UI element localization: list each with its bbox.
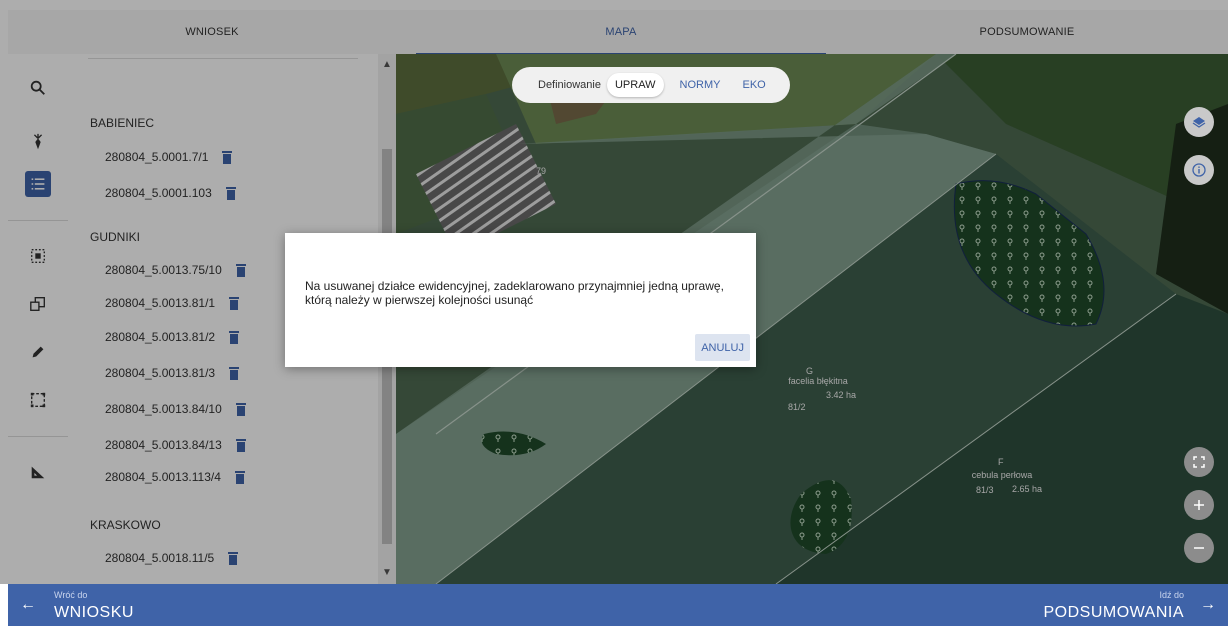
- back-button[interactable]: WNIOSKU: [54, 604, 134, 622]
- info-icon: [1192, 163, 1206, 177]
- next-caption: Idź do: [1159, 590, 1184, 600]
- mode-option-upraw[interactable]: UPRAW: [606, 73, 664, 97]
- map-crop-code: F: [998, 457, 1004, 467]
- map-crop-name: facelia błękitna: [788, 376, 848, 386]
- trash-icon[interactable]: [228, 551, 239, 565]
- plus-icon: [1194, 500, 1204, 510]
- list-item: 280804_5.0013.75/10: [105, 263, 246, 277]
- next-button[interactable]: PODSUMOWANIA: [1043, 604, 1184, 622]
- group-title: BABIENIEC: [90, 116, 155, 130]
- map-parcel-number: 81/3: [976, 485, 994, 495]
- map-crop-area: 3.42 ha: [826, 390, 857, 400]
- mode-label: Definiowanie: [538, 79, 601, 91]
- toolbar-divider: [8, 220, 68, 221]
- layers-icon: [1192, 117, 1206, 128]
- list-item: 280804_5.0013.84/10: [105, 402, 246, 416]
- map-parcel-number: 81/2: [788, 402, 806, 412]
- map-parcel-label: 79: [536, 166, 547, 176]
- tab-podsumowanie[interactable]: PODSUMOWANIE: [826, 10, 1228, 54]
- list-item: 280804_5.0001.7/1: [105, 150, 233, 164]
- arrow-right-icon[interactable]: →: [1200, 596, 1216, 614]
- trash-icon[interactable]: [235, 263, 246, 277]
- list-item: 280804_5.0013.81/3: [105, 366, 240, 380]
- zoom-out-button[interactable]: [1184, 533, 1214, 563]
- map-crop-code: G: [806, 366, 814, 376]
- copy-button[interactable]: [18, 286, 58, 322]
- polygon-select-icon: [30, 392, 46, 408]
- measure-button[interactable]: [18, 454, 58, 490]
- fullscreen-icon: [1193, 456, 1205, 468]
- group-title: GUDNIKI: [90, 230, 141, 244]
- map-crop-name: cebula perłowa: [971, 470, 1033, 480]
- top-strip: [0, 0, 1228, 10]
- trash-icon[interactable]: [235, 402, 246, 416]
- select-area-button[interactable]: [18, 238, 58, 274]
- ruler-triangle-icon: [31, 466, 45, 479]
- copy-icon: [30, 297, 45, 311]
- footer-navigation: ← Wróć do WNIOSKU Idź do PODSUMOWANIA →: [8, 584, 1228, 626]
- minus-icon: [1194, 547, 1204, 549]
- panel-divider: [88, 58, 358, 59]
- list-item: 280804_5.0013.81/2: [105, 330, 240, 344]
- search-button[interactable]: [18, 70, 58, 106]
- mode-option-normy[interactable]: NORMY: [674, 73, 727, 97]
- toolbar-divider: [8, 436, 68, 437]
- fullscreen-button[interactable]: [1184, 447, 1214, 477]
- list-item: 280804_5.0013.81/1: [105, 296, 240, 310]
- confirm-dialog: Na usuwanej działce ewidencyjnej, zadekl…: [285, 233, 756, 367]
- polygon-select-button[interactable]: [18, 382, 58, 418]
- layers-button[interactable]: [1184, 107, 1214, 137]
- tab-bar: WNIOSEK MAPA PODSUMOWANIE: [8, 10, 1228, 55]
- trash-icon[interactable]: [234, 470, 245, 484]
- search-icon: [30, 80, 45, 95]
- definition-mode-switch: Definiowanie UPRAW NORMY EKO: [512, 67, 790, 103]
- map-toolbar: [8, 54, 69, 584]
- list-item: 280804_5.0018.11/5: [105, 551, 239, 565]
- parcel-list-button[interactable]: [18, 166, 58, 202]
- scroll-up-icon[interactable]: ▲: [382, 60, 392, 70]
- arrow-left-icon[interactable]: ←: [20, 596, 36, 614]
- pencil-icon: [32, 346, 44, 358]
- trash-icon[interactable]: [229, 330, 240, 344]
- plant-icon: [33, 133, 43, 150]
- group-title: KRASKOWO: [90, 518, 161, 532]
- zoom-in-button[interactable]: [1184, 490, 1214, 520]
- back-caption: Wróć do: [54, 590, 88, 600]
- info-button[interactable]: [1184, 155, 1214, 185]
- tab-wniosek[interactable]: WNIOSEK: [8, 10, 416, 54]
- select-area-icon: [31, 249, 45, 263]
- dialog-message: Na usuwanej działce ewidencyjnej, zadekl…: [305, 279, 724, 307]
- trash-icon[interactable]: [225, 186, 236, 200]
- crop-button[interactable]: [18, 124, 58, 160]
- trash-icon[interactable]: [222, 150, 233, 164]
- map-crop-area: 2.65 ha: [1012, 484, 1043, 494]
- list-item: 280804_5.0013.113/4: [105, 470, 245, 484]
- list-item: 280804_5.0013.84/13: [105, 438, 246, 452]
- scroll-down-icon[interactable]: ▼: [382, 568, 392, 578]
- mode-option-eko[interactable]: EKO: [736, 73, 771, 97]
- trash-icon[interactable]: [229, 366, 240, 380]
- cancel-button[interactable]: ANULUJ: [695, 334, 750, 361]
- trash-icon[interactable]: [235, 438, 246, 452]
- edit-button[interactable]: [18, 334, 58, 370]
- tab-mapa[interactable]: MAPA: [416, 10, 826, 55]
- trash-icon[interactable]: [229, 296, 240, 310]
- list-item: 280804_5.0001.103: [105, 186, 236, 200]
- list-icon: [31, 178, 45, 190]
